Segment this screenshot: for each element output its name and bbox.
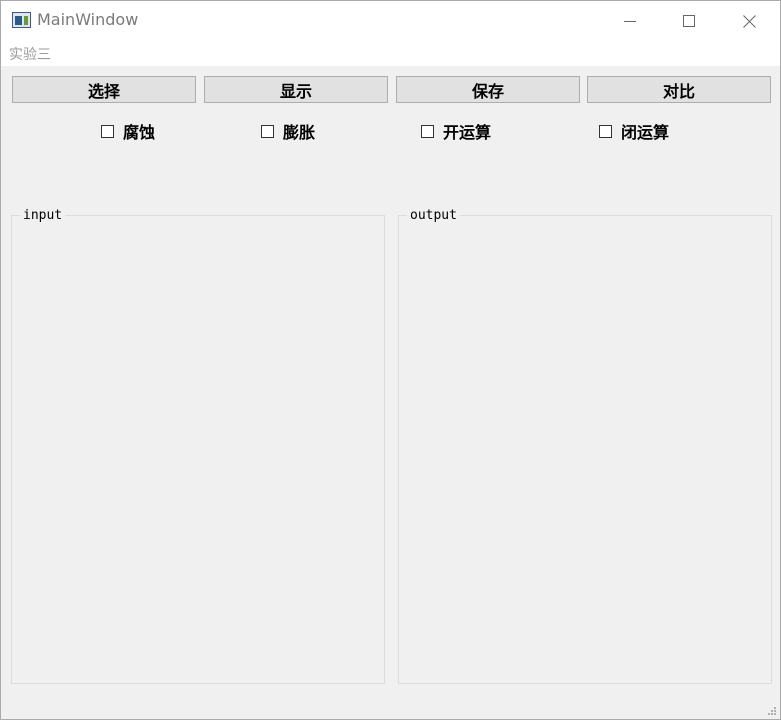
closing-checkbox[interactable]: 闭运算 [599, 120, 669, 142]
dilate-checkbox-label: 膨胀 [283, 123, 316, 142]
menu-item-experiment-3[interactable]: 实验三 [9, 44, 51, 64]
erode-checkbox-box[interactable] [101, 124, 114, 138]
main-window: MainWindow 实验三 选择 显示 保存 对比 腐蚀 膨胀 开运算 闭运算… [0, 0, 781, 720]
maximize-icon [683, 15, 695, 27]
output-panel: output [398, 208, 772, 684]
input-panel: input [11, 208, 385, 684]
dilate-checkbox[interactable]: 膨胀 [261, 120, 315, 142]
minimize-icon [624, 20, 636, 22]
opening-checkbox-label: 开运算 [443, 123, 492, 142]
erode-checkbox[interactable]: 腐蚀 [101, 120, 155, 142]
input-panel-title: input [20, 208, 66, 223]
maximize-button[interactable] [658, 1, 720, 41]
title-bar: MainWindow [1, 1, 780, 41]
close-button[interactable] [719, 1, 780, 41]
compare-button[interactable]: 对比 [587, 76, 771, 103]
output-panel-title: output [407, 208, 460, 223]
opening-checkbox-box[interactable] [421, 124, 434, 138]
select-button[interactable]: 选择 [12, 76, 196, 103]
close-icon [743, 14, 757, 28]
closing-checkbox-box[interactable] [599, 124, 612, 138]
show-button[interactable]: 显示 [204, 76, 388, 103]
resize-grip-icon[interactable] [766, 705, 776, 715]
opening-checkbox[interactable]: 开运算 [421, 120, 491, 142]
save-button[interactable]: 保存 [396, 76, 580, 103]
minimize-button[interactable] [599, 1, 661, 41]
erode-checkbox-label: 腐蚀 [123, 123, 156, 142]
window-title: MainWindow [37, 10, 139, 29]
dilate-checkbox-box[interactable] [261, 124, 274, 138]
closing-checkbox-label: 闭运算 [621, 123, 670, 142]
app-window-icon [12, 12, 31, 28]
menu-bar: 实验三 [1, 41, 780, 66]
